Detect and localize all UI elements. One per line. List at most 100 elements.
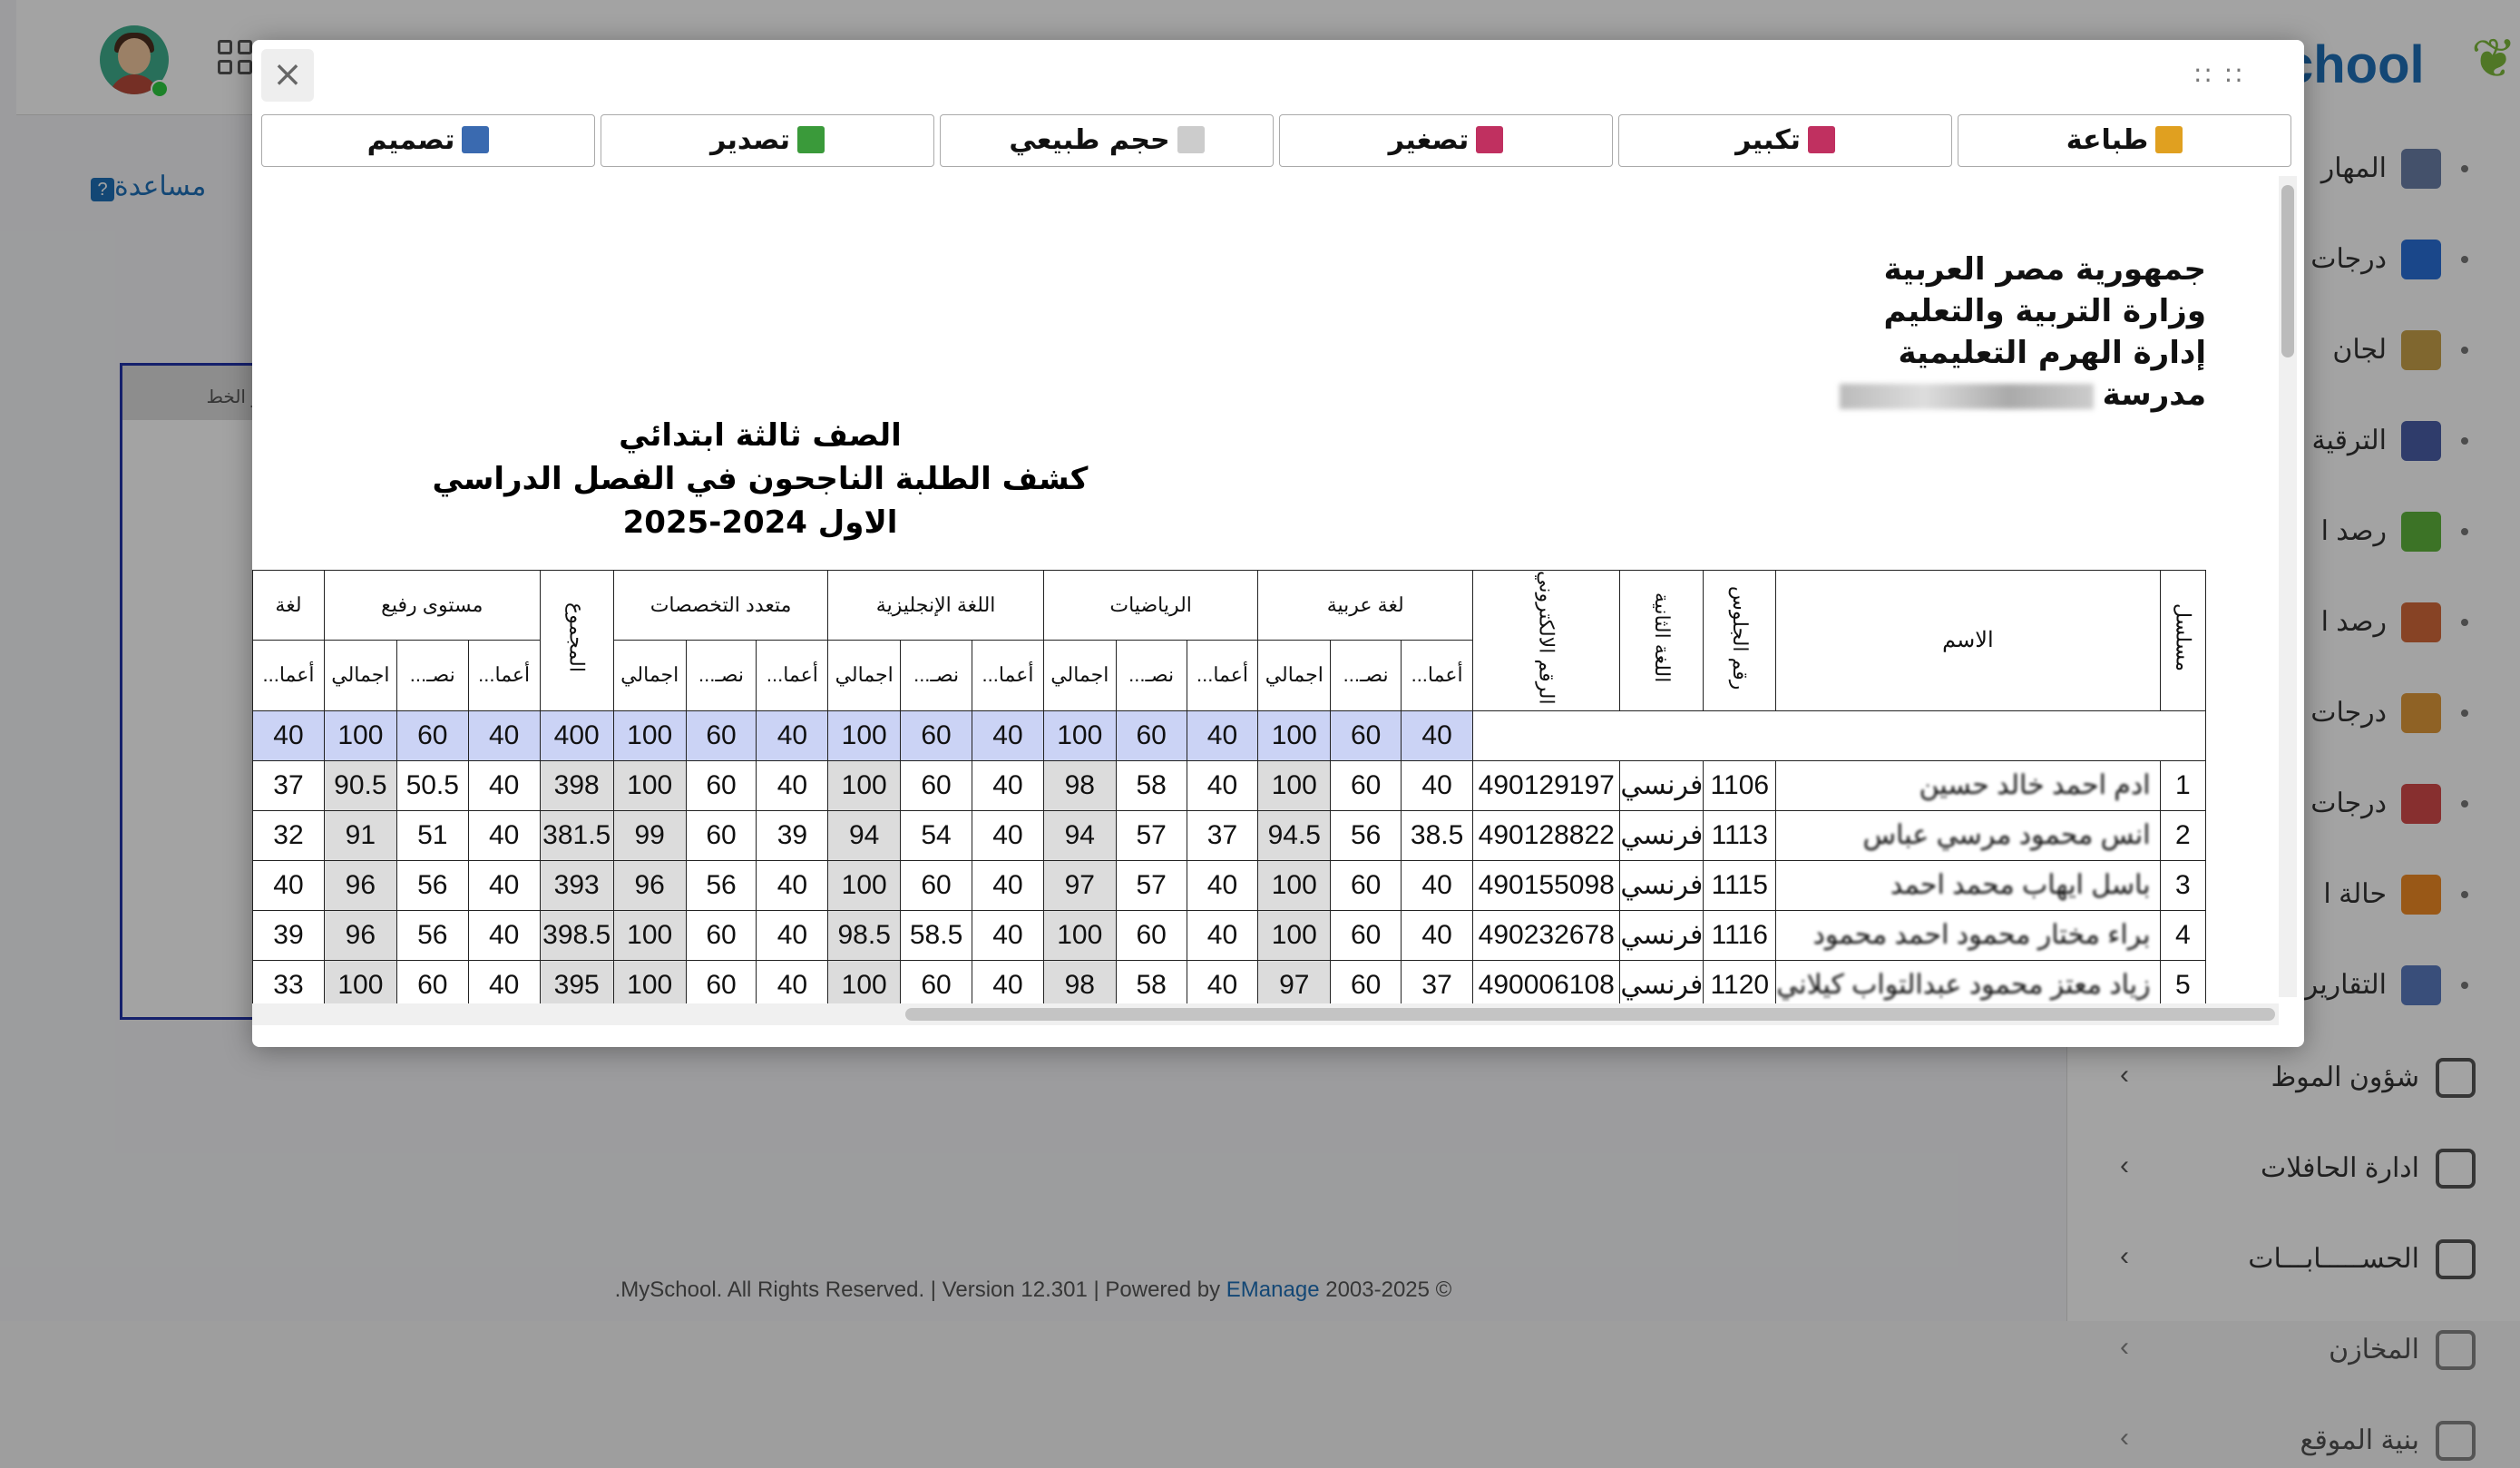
grade-cell: 99 [612, 809, 687, 861]
sidebar-item-13[interactable]: المخازن ‹ [2067, 1323, 2520, 1377]
toolbar-button-printer[interactable]: طباعة [1958, 114, 2291, 167]
max-mark-cell: 60 [685, 710, 757, 761]
toolbar-button-zoom-out[interactable]: تصغير [1279, 114, 1613, 167]
grade-cell: 40 [467, 909, 541, 961]
grade-cell: 100 [1042, 909, 1117, 961]
grade-cell: 56 [685, 859, 757, 911]
grade-cell: 40 [756, 759, 829, 811]
serial-cell: 1 [2159, 759, 2207, 811]
toolbar-button-zoom-in[interactable]: تكبير [1618, 114, 1952, 167]
table-row[interactable]: 3 باسل ايهاب محمد احمد 1115 فرنسي 490155098 4… [252, 859, 2207, 911]
grade-cell: 94.5 [1257, 809, 1332, 861]
grade-cell: 60 [1330, 759, 1402, 811]
grade-cell: 100 [323, 959, 397, 1003]
grade-cell: 40 [1186, 909, 1259, 961]
report-dialog: × :: :: طباعة تكبير تصغير حجم طبيعي تصدير تصم… [252, 40, 2304, 1047]
table-row[interactable]: 4 براء مختار محمود احمد محمود 1116 فرنسي 490… [252, 909, 2207, 961]
grade-cell: 100 [827, 859, 902, 911]
subcol-sub_work: أعما... [1401, 640, 1474, 711]
seat-cell: 1120 [1703, 959, 1777, 1003]
grade-cell: 60 [900, 959, 973, 1003]
max-mark-cell: 60 [1330, 710, 1402, 761]
grade-cell: 40 [972, 859, 1044, 911]
header-row-1: مسلسل الاسم رقم الجلوس اللغة الثانية الر… [252, 569, 2207, 711]
grade-cell: 393 [539, 859, 614, 911]
serial-cell: 5 [2159, 959, 2207, 1003]
grade-cell: 58 [1115, 959, 1187, 1003]
serial-cell: 4 [2159, 909, 2207, 961]
seat-cell: 1106 [1703, 759, 1777, 811]
e-number-cell: 490128822 [1472, 809, 1621, 861]
toolbar-button-label: تصغير [1388, 124, 1470, 156]
second-lang-cell: فرنسي [1619, 959, 1704, 1003]
close-button[interactable]: × [261, 49, 314, 102]
toolbar-button-label: تصدير [709, 124, 791, 156]
col-name: الاسم [1775, 570, 2161, 711]
grade-cell: 60 [1115, 909, 1187, 961]
horizontal-scrollbar[interactable] [252, 1003, 2279, 1025]
grade-cell: 40 [1401, 859, 1474, 911]
grade-cell: 60 [685, 809, 757, 861]
subcol-sub_total: اجمالي [612, 640, 687, 711]
max-mark-cell: 60 [900, 710, 973, 761]
grade-cell: 100 [827, 759, 902, 811]
col-multi: متعدد التخصصات [612, 569, 829, 641]
zoom-out-icon [1476, 126, 1504, 153]
grade-cell: 100 [1257, 909, 1332, 961]
school-label: مدرسة [2102, 377, 2206, 413]
grade-cell: 98 [1042, 959, 1117, 1003]
printer-icon [2155, 126, 2183, 153]
grade-cell: 40 [972, 809, 1044, 861]
structure-icon [2436, 1421, 2476, 1461]
grade-cell: 39 [756, 809, 829, 861]
grade-cell: 40 [1186, 959, 1259, 1003]
grade-cell: 60 [685, 959, 757, 1003]
max-mark-cell: 40 [1186, 710, 1259, 761]
subcol-sub_half: نصـ... [900, 640, 973, 711]
grade-cell: 60 [1330, 909, 1402, 961]
sidebar-item-14[interactable]: بنية الموقع ‹ [2067, 1414, 2520, 1468]
grade-cell: 40 [467, 859, 541, 911]
table-row[interactable]: 1 ادم احمد خالد حسين 1106 فرنسي 490129197 40 6… [252, 759, 2207, 811]
vertical-scrollbar[interactable] [2279, 176, 2297, 997]
zoom-in-icon [1807, 126, 1835, 153]
school-name-redacted [1839, 383, 2094, 409]
grade-cell: 40 [252, 859, 325, 911]
col-lang: لغة [252, 569, 325, 641]
grade-cell: 90.5 [323, 759, 397, 811]
col-seat: رقم الجلوس [1703, 570, 1777, 711]
grade-cell: 97 [1042, 859, 1117, 911]
grade-cell: 40 [756, 909, 829, 961]
header-line-country: جمهورية مصر العربية [1883, 251, 2206, 288]
grade-cell: 100 [1257, 759, 1332, 811]
subcol-sub_work: أعما... [252, 640, 325, 711]
toolbar-button-design[interactable]: تصميم [261, 114, 595, 167]
table-row[interactable]: 2 انس محمود مرسي عباس 1113 فرنسي 490128822 38… [252, 809, 2207, 861]
grade-cell: 96 [323, 909, 397, 961]
table-row[interactable]: 5 زياد معتز محمود عبدالتواب كيلاني 1120 فرن… [252, 959, 2207, 1003]
grade-cell: 56 [396, 859, 469, 911]
toolbar-button-page[interactable]: حجم طبيعي [940, 114, 1274, 167]
horizontal-scroll-thumb[interactable] [905, 1008, 2275, 1021]
drag-handle[interactable]: :: :: [2193, 58, 2245, 88]
subcol-sub_work: أعما... [1186, 640, 1259, 711]
vertical-scroll-thumb[interactable] [2281, 185, 2294, 357]
grade-cell: 60 [685, 909, 757, 961]
subcol-sub_half: نصـ... [685, 640, 757, 711]
grade-cell: 40 [756, 959, 829, 1003]
grade-cell: 100 [612, 759, 687, 811]
sidebar-item-label: المخازن [2329, 1335, 2419, 1365]
grade-cell: 54 [900, 809, 973, 861]
e-number-cell: 490155098 [1472, 859, 1621, 911]
toolbar-button-excel[interactable]: تصدير [601, 114, 934, 167]
subcol-sub_total: اجمالي [1042, 640, 1117, 711]
toolbar-button-label: طباعة [2066, 124, 2149, 156]
seat-cell: 1116 [1703, 909, 1777, 961]
grade-cell: 40 [1186, 759, 1259, 811]
e-number-cell: 490006108 [1472, 959, 1621, 1003]
subcol-sub_half: نصـ... [396, 640, 469, 711]
grade-cell: 40 [756, 859, 829, 911]
grade-cell: 98.5 [827, 909, 902, 961]
max-mark-cell: 100 [323, 710, 397, 761]
header-line-ministry: وزارة التربية والتعليم [1883, 293, 2206, 329]
